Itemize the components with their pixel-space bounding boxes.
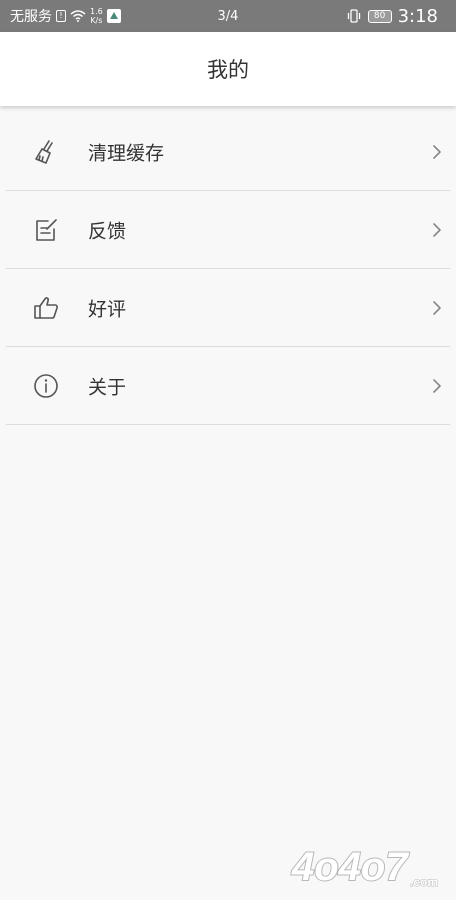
chevron-right-icon bbox=[433, 144, 441, 159]
menu-item-about[interactable]: 关于 bbox=[6, 347, 450, 425]
edit-note-icon bbox=[36, 218, 57, 241]
vibrate-icon bbox=[347, 9, 360, 23]
chevron-right-icon bbox=[433, 378, 441, 393]
info-icon bbox=[34, 373, 58, 398]
menu-item-clear-cache[interactable]: 清理缓存 bbox=[6, 113, 450, 191]
status-right: 80 3:18 bbox=[346, 0, 438, 32]
watermark-suffix: .com bbox=[410, 875, 438, 889]
menu-item-label: 关于 bbox=[88, 376, 127, 398]
menu-item-label: 清理缓存 bbox=[88, 142, 165, 164]
thumbs-up-icon bbox=[34, 296, 58, 319]
menu-item-rating[interactable]: 好评 bbox=[6, 269, 450, 347]
battery-level: 80 bbox=[373, 10, 386, 21]
battery-icon: 80 bbox=[367, 9, 392, 23]
status-bar: 无服务 ! 1.6 K/s 3/4 80 3:18 bbox=[0, 0, 456, 32]
watermark-logo: 4o4o7 .com bbox=[290, 844, 439, 890]
page-indicator: 3/4 bbox=[217, 8, 239, 24]
menu-item-label: 反馈 bbox=[88, 220, 127, 242]
menu-item-label: 好评 bbox=[88, 298, 127, 320]
clock: 3:18 bbox=[397, 5, 438, 27]
page-title: 我的 bbox=[207, 58, 249, 82]
chevron-right-icon bbox=[433, 300, 441, 315]
broom-icon bbox=[35, 139, 53, 164]
menu-list: 清理缓存 反馈 好评 关于 bbox=[0, 113, 456, 425]
app-header: 我的 bbox=[0, 32, 456, 106]
menu-item-feedback[interactable]: 反馈 bbox=[6, 191, 450, 269]
watermark-text: 4o4o7 bbox=[291, 845, 409, 889]
chevron-right-icon bbox=[433, 222, 441, 237]
